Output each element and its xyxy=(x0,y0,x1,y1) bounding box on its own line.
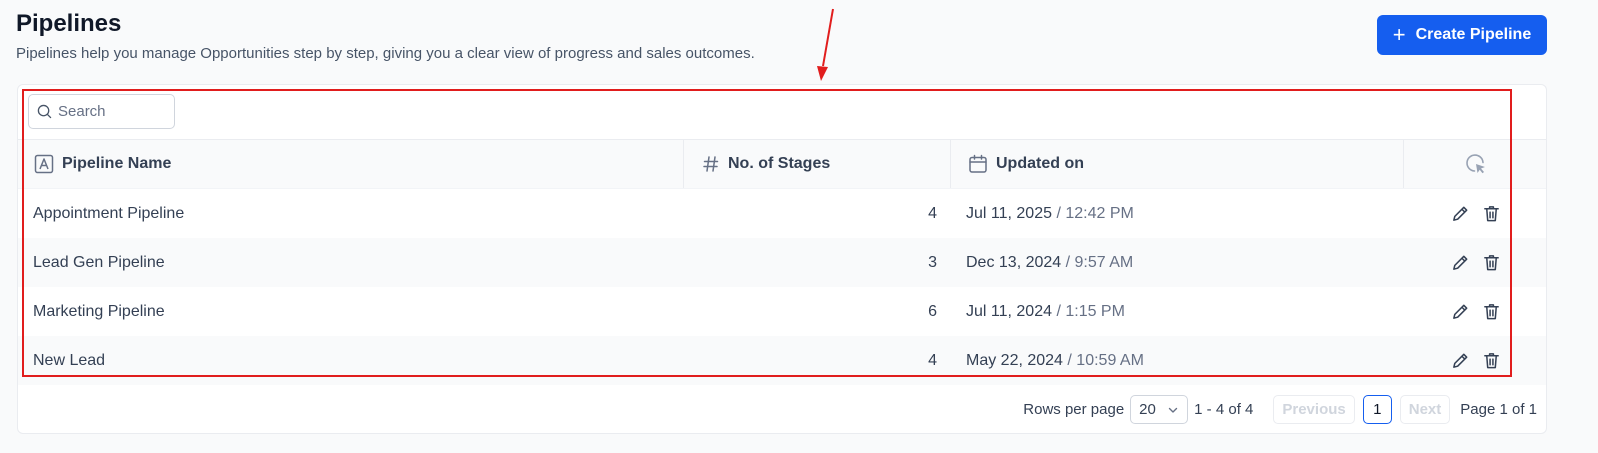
stages-count-cell: 6 xyxy=(928,302,937,320)
updated-date: Jul 11, 2025 xyxy=(966,204,1052,222)
chevron-down-icon xyxy=(1168,407,1178,413)
updated-time: 1:15 PM xyxy=(1065,302,1125,320)
delete-icon[interactable] xyxy=(1482,253,1501,272)
date-time-separator: / xyxy=(1052,204,1066,222)
column-header-stages[interactable]: No. of Stages xyxy=(684,140,951,188)
updated-on-cell: Jul 11, 2025 / 12:42 PM xyxy=(951,205,1404,223)
rows-per-page-value: 20 xyxy=(1139,401,1156,418)
edit-icon[interactable] xyxy=(1451,253,1470,272)
footer-pagination: Rows per page 20 1 - 4 of 4 Previous 1 N… xyxy=(17,386,1547,433)
row-actions xyxy=(1404,204,1546,223)
plus-icon: + xyxy=(1392,22,1406,47)
row-actions xyxy=(1404,351,1546,370)
delete-icon[interactable] xyxy=(1482,204,1501,223)
updated-on-cell: Jul 11, 2024 / 1:15 PM xyxy=(951,303,1404,321)
previous-page-button[interactable]: Previous xyxy=(1273,395,1355,424)
column-label-stages: No. of Stages xyxy=(728,155,831,172)
updated-date: Dec 13, 2024 xyxy=(966,253,1062,271)
stages-count-cell: 4 xyxy=(928,351,937,369)
updated-time: 12:42 PM xyxy=(1065,204,1134,222)
date-time-separator: / xyxy=(1052,302,1066,320)
table-row[interactable]: Appointment Pipeline 4 Jul 11, 2025 / 12… xyxy=(18,189,1546,238)
pipelines-table-card: Pipeline Name No. of Stages Updated on A… xyxy=(17,84,1547,434)
row-actions xyxy=(1404,253,1546,272)
table-row[interactable]: Marketing Pipeline 6 Jul 11, 2024 / 1:15… xyxy=(18,287,1546,336)
rows-per-page-select[interactable]: 20 xyxy=(1130,395,1189,424)
column-header-pipeline-name[interactable]: Pipeline Name xyxy=(18,140,684,188)
next-page-button[interactable]: Next xyxy=(1399,395,1451,424)
create-pipeline-button[interactable]: + Create Pipeline xyxy=(1377,15,1547,55)
pipeline-name-cell[interactable]: Lead Gen Pipeline xyxy=(18,254,684,272)
create-pipeline-label: Create Pipeline xyxy=(1415,26,1532,43)
column-header-actions xyxy=(1404,140,1546,188)
updated-time: 9:57 AM xyxy=(1074,253,1134,271)
search-box[interactable] xyxy=(28,94,175,129)
delete-icon[interactable] xyxy=(1482,302,1501,321)
table-row[interactable]: Lead Gen Pipeline 3 Dec 13, 2024 / 9:57 … xyxy=(18,238,1546,287)
table-row[interactable]: New Lead 4 May 22, 2024 / 10:59 AM xyxy=(18,336,1546,385)
pipeline-name-cell[interactable]: Appointment Pipeline xyxy=(18,205,684,223)
edit-icon[interactable] xyxy=(1451,351,1470,370)
date-time-separator: / xyxy=(1062,351,1077,369)
pipeline-name-cell[interactable]: New Lead xyxy=(18,352,684,370)
hash-icon xyxy=(703,156,719,172)
cursor-click-icon xyxy=(1466,154,1485,174)
edit-icon[interactable] xyxy=(1451,204,1470,223)
calendar-icon xyxy=(969,154,987,173)
column-label-pipeline-name: Pipeline Name xyxy=(62,155,172,172)
search-input[interactable] xyxy=(58,103,168,120)
column-label-updated-on: Updated on xyxy=(996,155,1084,172)
edit-icon[interactable] xyxy=(1451,302,1470,321)
table-header: Pipeline Name No. of Stages Updated on xyxy=(18,139,1546,189)
updated-time: 10:59 AM xyxy=(1076,351,1144,369)
text-type-icon xyxy=(34,154,54,174)
updated-on-cell: May 22, 2024 / 10:59 AM xyxy=(951,352,1404,370)
delete-icon[interactable] xyxy=(1482,351,1501,370)
page-number-button[interactable]: 1 xyxy=(1362,395,1392,424)
row-actions xyxy=(1404,302,1546,321)
page-of-indicator: Page 1 of 1 xyxy=(1460,401,1537,418)
page-title: Pipelines xyxy=(16,10,122,37)
date-time-separator: / xyxy=(1061,253,1075,271)
column-header-updated-on[interactable]: Updated on xyxy=(951,140,1404,188)
page-subtitle: Pipelines help you manage Opportunities … xyxy=(16,45,755,62)
pipeline-name-cell[interactable]: Marketing Pipeline xyxy=(18,303,684,321)
search-icon xyxy=(37,104,52,119)
stages-count-cell: 4 xyxy=(928,204,937,222)
stages-count-cell: 3 xyxy=(928,253,937,271)
updated-date: Jul 11, 2024 xyxy=(966,302,1052,320)
updated-date: May 22, 2024 xyxy=(966,351,1063,369)
rows-per-page-label: Rows per page xyxy=(1023,401,1125,418)
pagination-range: 1 - 4 of 4 xyxy=(1194,401,1254,418)
updated-on-cell: Dec 13, 2024 / 9:57 AM xyxy=(951,254,1404,272)
